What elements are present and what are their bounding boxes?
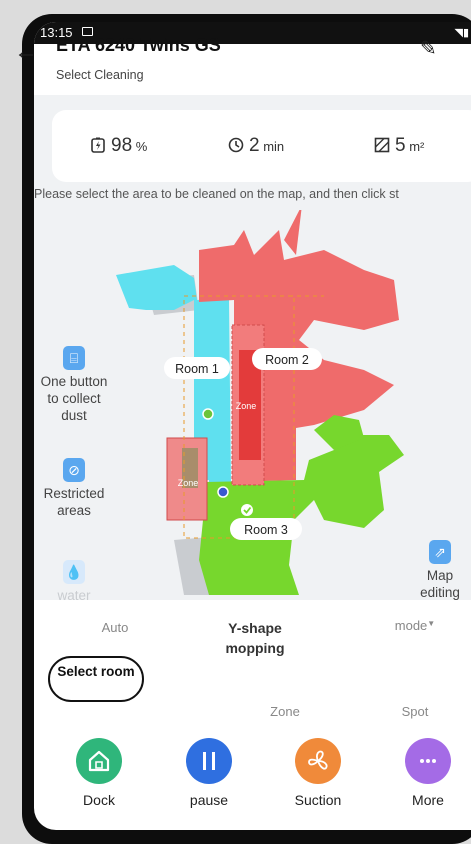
edit-pencil-icon[interactable]: ✎	[420, 36, 437, 61]
room1-label-text: Room 1	[175, 362, 219, 376]
more-label: More	[412, 792, 444, 808]
dock-button[interactable]: Dock	[59, 738, 139, 808]
battery-unit: %	[135, 139, 148, 154]
chevron-down-icon: ▼	[427, 619, 436, 628]
area-value: 5	[395, 135, 406, 156]
collect-dust-label: One button to collect dust	[40, 374, 108, 423]
room3-label-text: Room 3	[244, 523, 288, 537]
wifi-signal-icon: ◥▮	[454, 27, 469, 39]
time-unit: min	[263, 139, 285, 154]
mode-zone[interactable]: Zone	[255, 704, 315, 719]
room2-area	[284, 210, 302, 255]
restricted-label: Restricted areas	[43, 486, 105, 518]
time-stat: 2 min	[228, 135, 284, 157]
map-edit-icon: ⇗	[429, 540, 451, 564]
collect-dust-tool[interactable]: ⌸ One button to collect dust	[34, 346, 114, 424]
clock-icon	[228, 137, 244, 153]
area-icon	[374, 137, 390, 153]
stats-card: 98 % 2 min 5 m²	[52, 110, 471, 182]
dock-label: Dock	[83, 792, 115, 808]
selected-check-icon	[241, 504, 253, 516]
zone-label: Zone	[236, 401, 257, 411]
page-subtitle: Select Cleaning	[56, 68, 144, 82]
room2-label-text: Room 2	[265, 353, 309, 367]
more-dots-icon	[420, 759, 436, 763]
mode-dropdown[interactable]: mode▼	[380, 618, 450, 633]
restricted-areas-tool[interactable]: ⊘ Restricted areas	[34, 458, 114, 519]
battery-icon	[91, 137, 105, 153]
suction-circle	[295, 738, 341, 784]
pause-circle	[186, 738, 232, 784]
room1-label[interactable]: Room 1	[164, 357, 230, 379]
area-stat: 5 m²	[374, 135, 424, 157]
room2-label[interactable]: Room 2	[252, 348, 322, 370]
zone-label: Zone	[178, 478, 199, 488]
pause-button[interactable]: pause	[169, 738, 249, 808]
device-title: ETA 6240 Twins GS	[56, 35, 221, 55]
mode-spot[interactable]: Spot	[385, 704, 445, 719]
room3-label[interactable]: Room 3	[230, 518, 302, 540]
water-tool[interactable]: 💧 water	[34, 560, 114, 604]
suction-button[interactable]: Suction	[278, 738, 358, 808]
dock-circle	[76, 738, 122, 784]
mode-auto[interactable]: Auto	[80, 620, 150, 635]
home-icon	[88, 750, 110, 772]
map-hint-text: Please select the area to be cleaned on …	[34, 187, 399, 201]
back-arrow-icon[interactable]: ←	[14, 40, 38, 64]
dustbin-icon: ⌸	[63, 346, 85, 370]
select-room-button[interactable]: Select room	[48, 656, 144, 702]
map-editing-label: Map editing	[420, 568, 460, 600]
suction-label: Suction	[294, 792, 342, 808]
battery-stat: 98 %	[90, 135, 147, 157]
mode-y-shape-mopping[interactable]: Y-shape mopping	[210, 618, 300, 658]
area-unit: m²	[409, 139, 425, 154]
water-drop-icon: 💧	[63, 560, 85, 584]
dock-marker-icon	[217, 486, 229, 498]
mode-dropdown-label: mode	[394, 618, 428, 633]
map-editing-tool[interactable]: ⇗ Map editing	[410, 540, 470, 601]
robot-marker-icon	[202, 408, 214, 420]
restricted-icon: ⊘	[63, 458, 85, 482]
pause-label: pause	[189, 792, 229, 808]
fan-icon	[308, 750, 328, 770]
time-value: 2	[249, 135, 260, 156]
pause-icon	[203, 752, 215, 770]
more-button[interactable]: More	[388, 738, 468, 808]
battery-value: 98	[111, 135, 133, 156]
more-circle	[405, 738, 451, 784]
